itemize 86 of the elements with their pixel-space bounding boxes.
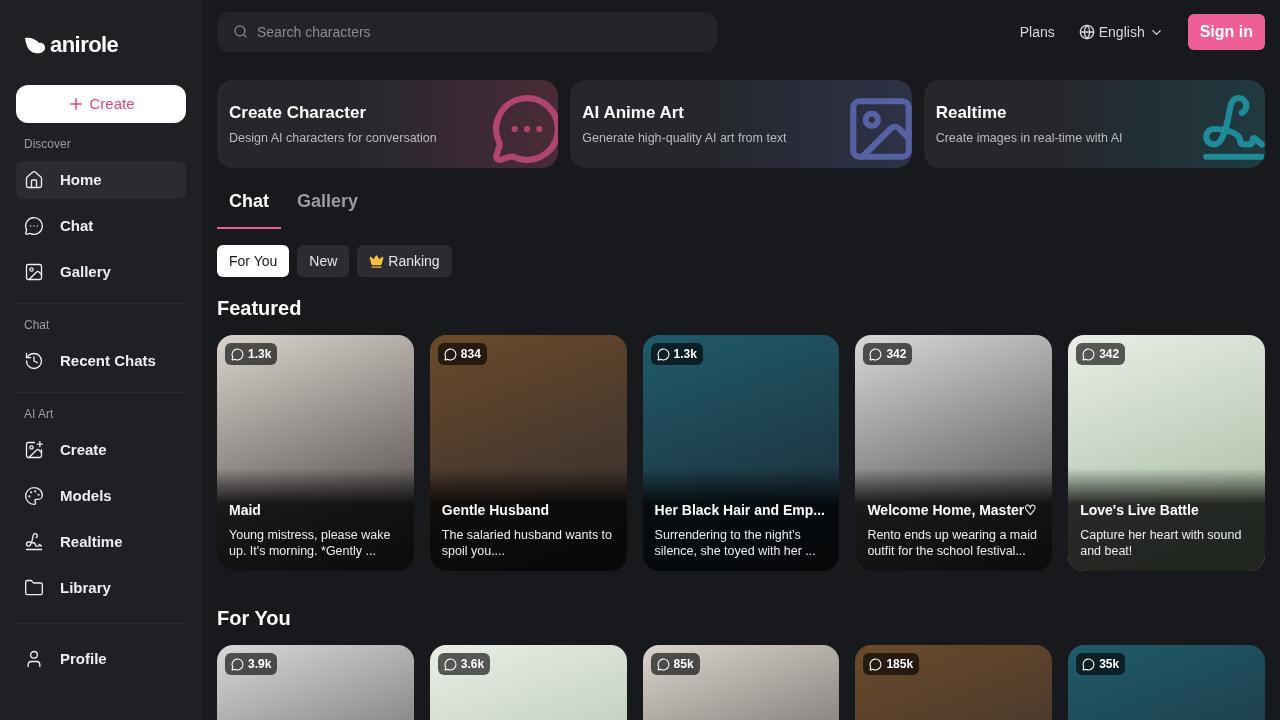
language-selector[interactable]: English (1078, 21, 1164, 43)
feature-card[interactable]: AI Anime Art Generate high-quality AI art from text (570, 80, 912, 168)
chat-count-badge: 1.3k (650, 343, 703, 365)
character-card[interactable]: 185k (855, 645, 1053, 720)
character-name: Maid (229, 501, 262, 520)
character-card[interactable]: 3.9k (217, 645, 414, 720)
section-label: Discover (23, 136, 72, 153)
globe-icon (1078, 24, 1095, 40)
feature-title: Create Character (229, 101, 367, 124)
sidebar-item[interactable]: Chat (16, 207, 186, 245)
character-card[interactable]: 342 Welcome Home, Master♡ Rento ends up wearing a maid outfit for the school festival... (855, 335, 1053, 571)
character-description: The salaried husband wants to spoil you.... (441, 527, 614, 559)
chat-bubble-icon (231, 347, 244, 361)
character-name: Welcome Home, Master♡ (867, 501, 1039, 520)
picture-sparkle-icon (24, 440, 44, 460)
filter-chip[interactable]: For You (217, 245, 290, 277)
sidebar-item[interactable]: Realtime (16, 523, 186, 561)
chat-bubble-icon (656, 347, 670, 361)
chat-bubble-icon (869, 657, 883, 671)
chat-bubble-icon (24, 216, 44, 236)
sidebar-item[interactable]: Gallery (16, 253, 186, 291)
chat-bubble-icon (231, 657, 244, 671)
sidebar-item[interactable]: Library (16, 569, 186, 607)
sidebar-item[interactable]: Create (16, 431, 186, 469)
chat-bubble-icon (490, 92, 559, 166)
character-description: Rento ends up wearing a maid outfit for the school festival... (867, 527, 1038, 559)
sidebar-item[interactable]: Profile (16, 640, 186, 678)
chat-count-badge: 85k (650, 653, 700, 675)
crown-icon (369, 253, 385, 269)
search-icon (233, 24, 248, 39)
picture-icon (24, 262, 44, 282)
house-icon (24, 170, 44, 190)
character-description: Capture her heart with sound and beat! (1080, 527, 1243, 559)
chat-bubble-icon (656, 657, 670, 671)
feature-title: AI Anime Art (582, 101, 686, 124)
logo-text: anirole (50, 31, 119, 59)
chat-count-badge: 834 (437, 343, 487, 365)
character-card[interactable]: 3.6k (429, 645, 627, 720)
feature-subtitle: Design AI characters for conversation (229, 130, 438, 148)
feature-card[interactable]: Realtime Create images in real-time with AI (923, 80, 1265, 168)
feature-subtitle: Generate high-quality AI art from text (582, 130, 788, 148)
chat-count-badge: 342 (863, 343, 913, 365)
sidebar-item[interactable]: Home (16, 161, 186, 199)
character-name: Love's Live Battle (1080, 501, 1200, 520)
character-card[interactable]: 1.3k Maid Young mistress, please wake up. It's morning. *Gently ... (217, 335, 414, 571)
filter-chip[interactable]: New (297, 245, 350, 277)
folder-icon (24, 578, 44, 598)
history-icon (24, 351, 44, 371)
character-card[interactable]: 342 Love's Live Battle Capture her heart with sound and beat! (1068, 335, 1265, 571)
character-description: Young mistress, please wake up. It's morning. *Gently ... (229, 527, 392, 559)
create-button[interactable]: Create (16, 85, 186, 123)
filter-chip[interactable]: Ranking (357, 245, 452, 277)
section-label: Chat (23, 317, 51, 334)
palette-icon (24, 486, 44, 506)
chat-bubble-icon (443, 657, 457, 671)
character-name: Her Black Hair and Emp... (654, 501, 826, 520)
character-card[interactable]: 834 Gentle Husband The salaried husband wants to spoil you.... (429, 335, 627, 571)
section-heading: For You (217, 606, 292, 631)
chat-count-badge: 35k (1076, 653, 1126, 675)
chat-count-badge: 3.9k (225, 653, 278, 675)
content-tab[interactable]: Chat (217, 188, 281, 229)
character-card[interactable]: 85k (642, 645, 840, 720)
search-field[interactable]: Search characters (217, 12, 717, 52)
chat-count-badge: 342 (1076, 343, 1126, 365)
sidebar-item[interactable]: Models (16, 477, 186, 515)
section-heading: Featured (217, 296, 303, 321)
chat-count-badge: 185k (863, 653, 920, 675)
character-name: Gentle Husband (441, 501, 551, 520)
feature-subtitle: Create images in real-time with AI (935, 130, 1124, 148)
chat-bubble-icon (1082, 347, 1096, 361)
section-label: AI Art (23, 406, 55, 423)
content-tab[interactable]: Gallery (285, 188, 371, 229)
scribble-icon (24, 532, 44, 552)
feature-title: Realtime (935, 101, 1008, 124)
plans-link[interactable]: Plans (1019, 21, 1055, 43)
character-card[interactable]: 35k (1068, 645, 1265, 720)
chat-count-badge: 3.6k (437, 653, 491, 675)
chat-bubble-icon (869, 347, 883, 361)
chat-count-badge: 1.3k (225, 343, 278, 365)
chat-bubble-icon (1082, 657, 1096, 671)
feature-card[interactable]: Create Character Design AI characters for conversation (217, 80, 559, 168)
wing-logo-icon (24, 35, 46, 54)
character-card[interactable]: 1.3k Her Black Hair and Emp... Surrendering to the night's silence, she toyed with her ... (642, 335, 840, 571)
sidebar-item[interactable]: Recent Chats (16, 342, 186, 380)
character-description: Surrendering to the night's silence, she toyed with her ... (654, 527, 817, 559)
chat-bubble-icon (443, 347, 457, 361)
